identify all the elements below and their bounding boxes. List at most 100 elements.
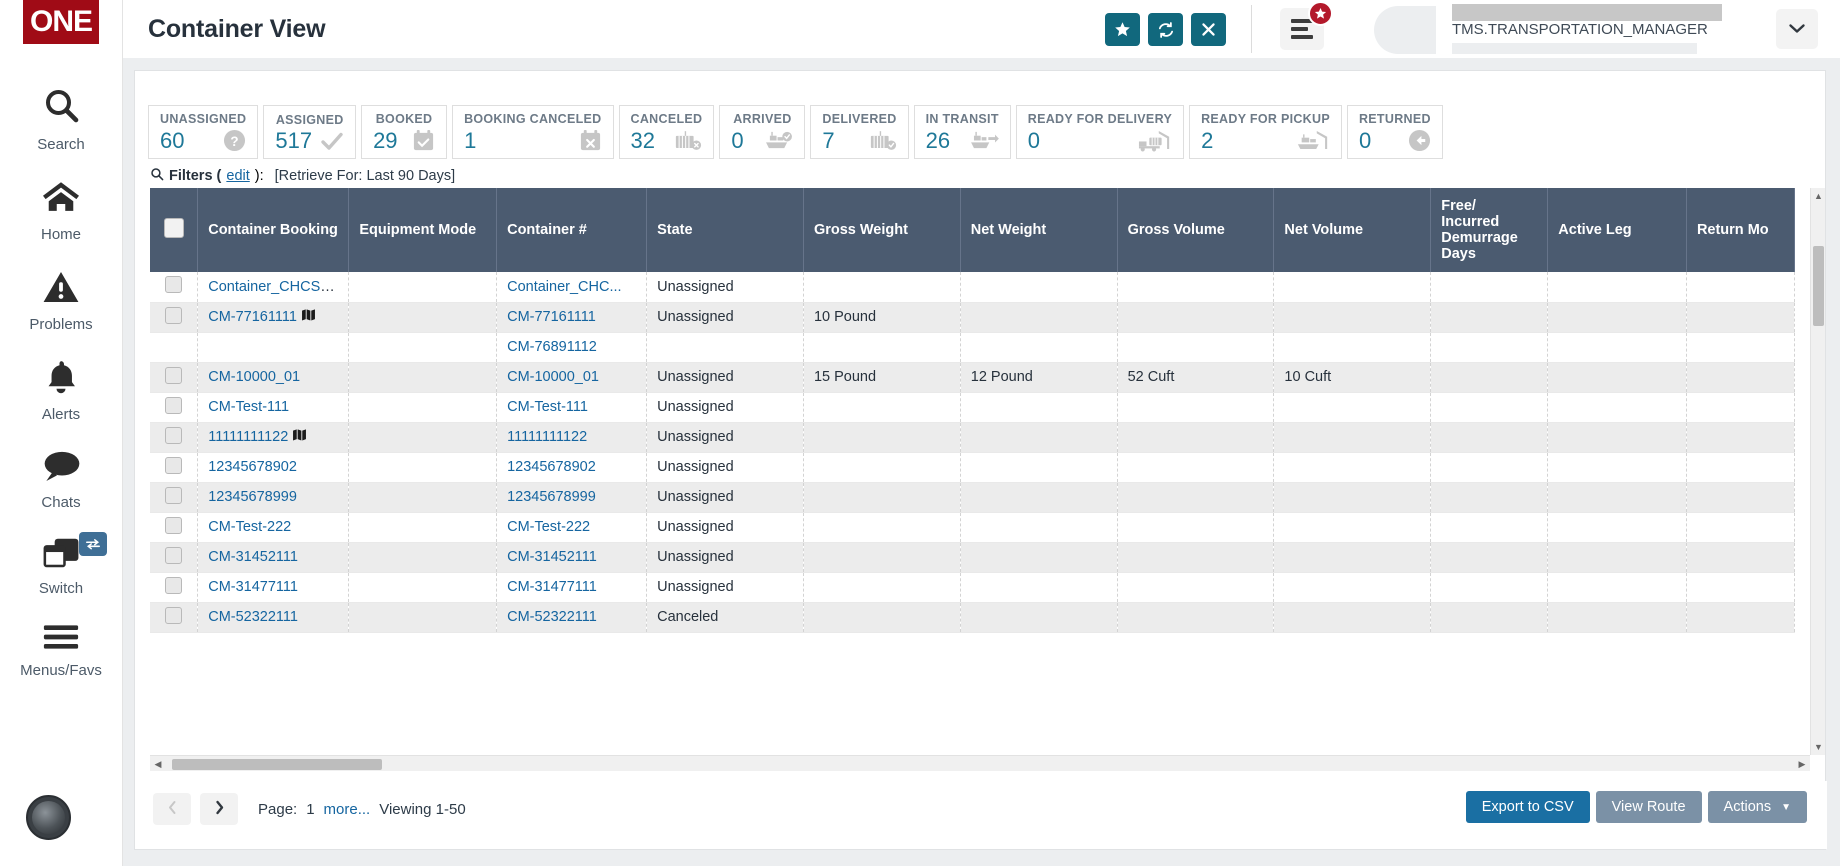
cell-container-number[interactable]: CM-Test-222: [497, 512, 647, 542]
cell-container-number-link[interactable]: CM-31477111: [507, 579, 597, 595]
status-tile-booking-canceled[interactable]: BOOKING CANCELED 1: [452, 105, 613, 159]
table-row[interactable]: 1111111112211111111122Unassigned: [150, 422, 1795, 452]
favorite-button[interactable]: [1105, 13, 1140, 46]
column-header-net-volume[interactable]: Net Volume: [1274, 188, 1431, 272]
cell-container-booking[interactable]: CM-Test-111: [198, 392, 349, 422]
vertical-scrollbar[interactable]: ▲ ▼: [1810, 188, 1825, 755]
table-row[interactable]: 1234567899912345678999Unassigned: [150, 482, 1795, 512]
row-checkbox[interactable]: [165, 427, 182, 444]
cell-container-number[interactable]: CM-31452111: [497, 542, 647, 572]
row-checkbox[interactable]: [165, 547, 182, 564]
cell-container-number-link[interactable]: CM-Test-222: [507, 519, 590, 535]
column-header-net-weight[interactable]: Net Weight: [960, 188, 1117, 272]
cell-container-booking-link[interactable]: 12345678999: [208, 489, 297, 505]
status-tile-delivered[interactable]: DELIVERED 7: [810, 105, 908, 159]
cell-container-booking-link[interactable]: 12345678902: [208, 459, 297, 475]
cell-container-number-link[interactable]: Container_CHC...: [507, 279, 621, 295]
table-row[interactable]: CM-31452111CM-31452111Unassigned: [150, 542, 1795, 572]
status-tile-returned[interactable]: RETURNED 0: [1347, 105, 1443, 159]
scroll-left-arrow-icon[interactable]: ◀: [150, 756, 166, 772]
status-tile-arrived[interactable]: ARRIVED 0: [719, 105, 805, 159]
refresh-button[interactable]: [1148, 13, 1183, 46]
sidebar-item-alerts[interactable]: Alerts: [0, 346, 122, 436]
table-row[interactable]: 1234567890212345678902Unassigned: [150, 452, 1795, 482]
sidebar-item-problems[interactable]: Problems: [0, 256, 122, 346]
row-checkbox[interactable]: [165, 577, 182, 594]
avatar[interactable]: [26, 795, 71, 840]
row-checkbox[interactable]: [165, 397, 182, 414]
status-tile-ready-for-delivery[interactable]: READY FOR DELIVERY 0: [1016, 105, 1184, 159]
status-tile-ready-for-pickup[interactable]: READY FOR PICKUP 2: [1189, 105, 1342, 159]
table-row[interactable]: CM-Test-111CM-Test-111Unassigned: [150, 392, 1795, 422]
cell-container-number[interactable]: CM-Test-111: [497, 392, 647, 422]
map-icon[interactable]: [293, 429, 306, 444]
cell-container-number[interactable]: Container_CHC...: [497, 272, 647, 302]
column-header-equipment-mode[interactable]: Equipment Mode: [349, 188, 497, 272]
cell-container-number[interactable]: CM-31477111: [497, 572, 647, 602]
cell-container-booking[interactable]: 12345678999: [198, 482, 349, 512]
column-header-demurrage-days[interactable]: Free/ Incurred Demurrage Days: [1431, 188, 1548, 272]
cell-container-booking[interactable]: CM-Test-222: [198, 512, 349, 542]
next-page-button[interactable]: [200, 793, 238, 825]
map-icon[interactable]: [333, 279, 346, 294]
cell-container-number[interactable]: CM-76891112: [497, 332, 647, 362]
more-pages-link[interactable]: more...: [324, 801, 371, 818]
swap-arrows-icon[interactable]: [79, 532, 107, 556]
cell-container-number[interactable]: 11111111122: [497, 422, 647, 452]
vertical-scroll-thumb[interactable]: [1813, 246, 1824, 326]
column-header-container-number[interactable]: Container #: [497, 188, 647, 272]
page-number[interactable]: 1: [306, 801, 314, 818]
cell-container-booking-link[interactable]: CM-Test-222: [208, 519, 291, 535]
cell-container-number-link[interactable]: CM-77161111: [507, 309, 596, 325]
row-checkbox[interactable]: [165, 457, 182, 474]
cell-container-number-link[interactable]: CM-10000_01: [507, 369, 599, 385]
status-tile-booked[interactable]: BOOKED 29: [361, 105, 447, 159]
cell-container-booking[interactable]: CM-77161111: [198, 302, 349, 332]
close-button[interactable]: [1191, 13, 1226, 46]
table-row[interactable]: CM-52322111CM-52322111Canceled: [150, 602, 1795, 632]
scroll-right-arrow-icon[interactable]: ▶: [1794, 756, 1810, 772]
actions-button[interactable]: Actions ▼: [1708, 791, 1807, 823]
sidebar-item-home[interactable]: Home: [0, 166, 122, 256]
table-row[interactable]: CM-77161111CM-77161111Unassigned10 Pound: [150, 302, 1795, 332]
cell-container-number-link[interactable]: CM-76891112: [507, 339, 597, 355]
cell-container-booking[interactable]: CM-31452111: [198, 542, 349, 572]
status-tile-in-transit[interactable]: IN TRANSIT 26: [914, 105, 1011, 159]
cell-container-booking[interactable]: CM-10000_01: [198, 362, 349, 392]
column-header-return-mode[interactable]: Return Mo: [1686, 188, 1794, 272]
column-header-gross-volume[interactable]: Gross Volume: [1117, 188, 1274, 272]
row-checkbox[interactable]: [165, 487, 182, 504]
prev-page-button[interactable]: [153, 793, 191, 825]
cell-container-booking-link[interactable]: Container_CHCS2: [208, 279, 335, 295]
column-header-gross-weight[interactable]: Gross Weight: [803, 188, 960, 272]
row-checkbox[interactable]: [165, 367, 182, 384]
menu-favorites-badge[interactable]: [1308, 1, 1333, 26]
cell-container-number-link[interactable]: CM-31452111: [507, 549, 597, 565]
horizontal-scrollbar[interactable]: ◀ ▶: [150, 755, 1810, 771]
cell-container-booking[interactable]: CM-31477111: [198, 572, 349, 602]
cell-container-number[interactable]: CM-77161111: [497, 302, 647, 332]
cell-container-booking-link[interactable]: CM-31477111: [208, 579, 298, 595]
cell-container-booking-link[interactable]: CM-52322111: [208, 609, 298, 625]
cell-container-number-link[interactable]: 11111111122: [507, 429, 587, 445]
sidebar-item-menus-favs[interactable]: Menus/Favs: [0, 610, 122, 692]
cell-container-number[interactable]: 12345678999: [497, 482, 647, 512]
scroll-up-arrow-icon[interactable]: ▲: [1811, 188, 1826, 204]
export-to-csv-button[interactable]: Export to CSV: [1466, 791, 1590, 823]
table-row[interactable]: CM-10000_01CM-10000_01Unassigned15 Pound…: [150, 362, 1795, 392]
cell-container-booking-link[interactable]: 11111111122: [208, 429, 288, 445]
status-tile-unassigned[interactable]: UNASSIGNED 60 ?: [148, 105, 258, 159]
cell-container-booking[interactable]: 12345678902: [198, 452, 349, 482]
row-checkbox[interactable]: [165, 276, 182, 293]
column-header-state[interactable]: State: [647, 188, 804, 272]
column-header-container-booking[interactable]: Container Booking: [198, 188, 349, 272]
row-checkbox[interactable]: [165, 607, 182, 624]
row-checkbox[interactable]: [165, 517, 182, 534]
cell-container-booking-link[interactable]: CM-Test-111: [208, 399, 289, 415]
cell-container-booking[interactable]: 11111111122: [198, 422, 349, 452]
cell-container-number-link[interactable]: CM-52322111: [507, 609, 597, 625]
cell-container-number[interactable]: CM-10000_01: [497, 362, 647, 392]
cell-container-booking-link[interactable]: CM-77161111: [208, 309, 297, 325]
table-row[interactable]: CM-76891112: [150, 332, 1795, 362]
cell-container-booking[interactable]: Container_CHCS2: [198, 272, 349, 302]
